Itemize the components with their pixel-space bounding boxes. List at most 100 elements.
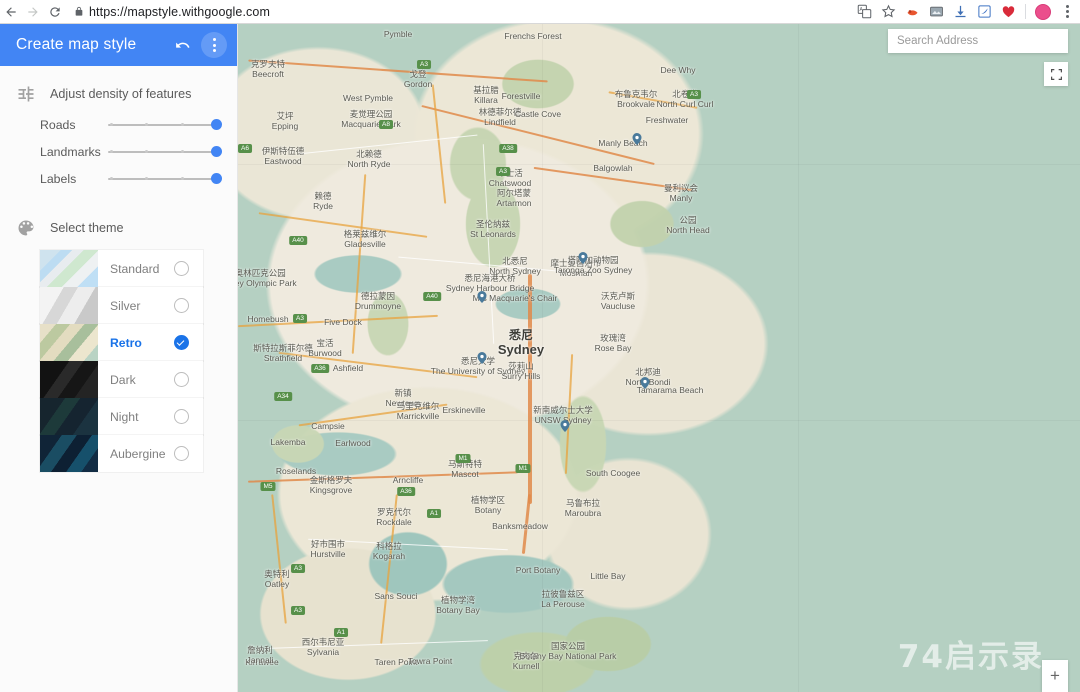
poi-pin-icon[interactable] xyxy=(560,419,570,432)
slider-labels-label: Labels xyxy=(40,172,77,186)
reload-button[interactable] xyxy=(44,1,66,23)
road-shield: A3 xyxy=(687,90,701,99)
address-bar[interactable]: https://mapstyle.withgoogle.com xyxy=(74,3,851,21)
slider-tick xyxy=(181,149,184,153)
slider-tick xyxy=(181,176,184,180)
slider-roads-label: Roads xyxy=(40,118,76,132)
density-section-header: Adjust density of features xyxy=(0,66,237,112)
extension-red-icon[interactable] xyxy=(905,4,920,19)
theme-label: Dark xyxy=(110,372,136,387)
theme-option-retro[interactable]: Retro xyxy=(40,324,203,361)
theme-label: Standard xyxy=(110,261,160,276)
road-shield: A8 xyxy=(379,120,393,129)
density-section: Adjust density of features Roads Landmar… xyxy=(0,66,237,192)
poi-pin-icon[interactable] xyxy=(578,251,588,264)
theme-option-night[interactable]: Night xyxy=(40,398,203,435)
slider-thumb[interactable] xyxy=(211,119,222,130)
slider-thumb[interactable] xyxy=(211,173,222,184)
more-vert-icon[interactable] xyxy=(201,32,227,58)
slider-landmarks[interactable]: Landmarks xyxy=(0,139,237,165)
theme-thumbnail xyxy=(40,398,98,435)
slider-roads[interactable]: Roads xyxy=(0,112,237,138)
bookmark-star-icon[interactable] xyxy=(881,4,896,19)
palette-icon xyxy=(18,220,34,236)
theme-option-standard[interactable]: Standard xyxy=(40,250,203,287)
three-dots-icon[interactable] xyxy=(1060,5,1074,18)
road-shield: A38 xyxy=(499,144,517,153)
page-title: Create map style xyxy=(16,36,137,53)
fullscreen-icon[interactable] xyxy=(1044,62,1068,86)
poi-pin-icon[interactable] xyxy=(477,290,487,303)
browser-toolbar: https://mapstyle.withgoogle.com A xyxy=(0,0,1080,24)
url-text: https://mapstyle.withgoogle.com xyxy=(89,4,270,19)
theme-thumbnail xyxy=(40,324,98,361)
road-shield: A40 xyxy=(289,236,307,245)
slider-landmarks-track[interactable] xyxy=(108,144,222,160)
theme-radio-selected[interactable] xyxy=(174,335,189,350)
road-shield: M1 xyxy=(515,464,531,473)
sidebar-panel: Create map style Adjust density of featu… xyxy=(0,24,238,692)
road-shield: A6 xyxy=(238,144,252,153)
tile-seam xyxy=(238,420,1080,421)
undo-icon[interactable] xyxy=(169,32,195,58)
road-shield: A36 xyxy=(311,364,329,373)
tune-icon xyxy=(18,86,34,102)
zoom-in-button[interactable]: + xyxy=(1042,660,1068,692)
avatar[interactable] xyxy=(1035,3,1051,20)
slider-roads-track[interactable] xyxy=(108,117,222,133)
theme-radio[interactable] xyxy=(174,409,189,424)
theme-option-dark[interactable]: Dark xyxy=(40,361,203,398)
slider-tick xyxy=(145,149,148,153)
screenshot-icon[interactable] xyxy=(929,4,944,19)
theme-option-aubergine[interactable]: Aubergine xyxy=(40,435,203,472)
slider-tick xyxy=(181,122,184,126)
tile-seam xyxy=(542,24,543,692)
zoom-controls: + xyxy=(1042,660,1068,692)
theme-label: Retro xyxy=(110,335,142,350)
theme-label: Aubergine xyxy=(110,446,166,461)
theme-label: Night xyxy=(110,409,139,424)
road-shield: M5 xyxy=(260,482,276,491)
theme-radio[interactable] xyxy=(174,446,189,461)
heart-icon[interactable] xyxy=(1001,4,1016,19)
slider-tick xyxy=(145,122,148,126)
slider-thumb[interactable] xyxy=(211,146,222,157)
slider-rail xyxy=(108,178,220,180)
theme-option-silver[interactable]: Silver xyxy=(40,287,203,324)
road-shield: A3 xyxy=(417,60,431,69)
theme-radio[interactable] xyxy=(174,298,189,313)
slider-labels[interactable]: Labels xyxy=(0,166,237,192)
theme-label: Silver xyxy=(110,298,141,313)
search-input[interactable] xyxy=(888,29,1068,53)
theme-list: Standard Silver Retro Dark Night Aubergi… xyxy=(0,246,237,472)
map-canvas[interactable]: 克罗夫特 Beecroft Pymble 戈登 Gordon Frenchs Forest… xyxy=(238,24,1080,692)
download-icon[interactable] xyxy=(953,4,968,19)
poi-pin-icon[interactable] xyxy=(632,132,642,145)
sync-icon[interactable] xyxy=(977,4,992,19)
road-shield: M1 xyxy=(455,454,471,463)
density-heading: Adjust density of features xyxy=(50,87,192,101)
road-shield: A3 xyxy=(293,314,307,323)
map-parks xyxy=(238,24,1080,692)
tile-seam xyxy=(798,24,799,692)
slider-tick xyxy=(145,176,148,180)
theme-thumbnail xyxy=(40,287,98,324)
road-shield: A3 xyxy=(291,564,305,573)
road-shield: A34 xyxy=(274,392,292,401)
translate-icon[interactable]: A xyxy=(857,4,872,19)
poi-pin-icon[interactable] xyxy=(477,351,487,364)
poi-pin-icon[interactable] xyxy=(640,376,650,389)
road-shield: A3 xyxy=(496,167,510,176)
road-shield: A40 xyxy=(423,292,441,301)
theme-thumbnail xyxy=(40,361,98,398)
back-button[interactable] xyxy=(0,1,22,23)
theme-radio[interactable] xyxy=(174,372,189,387)
theme-radio[interactable] xyxy=(174,261,189,276)
forward-button[interactable] xyxy=(22,1,44,23)
slider-tick xyxy=(110,122,113,126)
road-shield: A3 xyxy=(291,606,305,615)
slider-labels-track[interactable] xyxy=(108,171,222,187)
road-shield: A1 xyxy=(334,628,348,637)
map-tiles xyxy=(238,24,1080,692)
tile-seam xyxy=(238,164,1080,165)
